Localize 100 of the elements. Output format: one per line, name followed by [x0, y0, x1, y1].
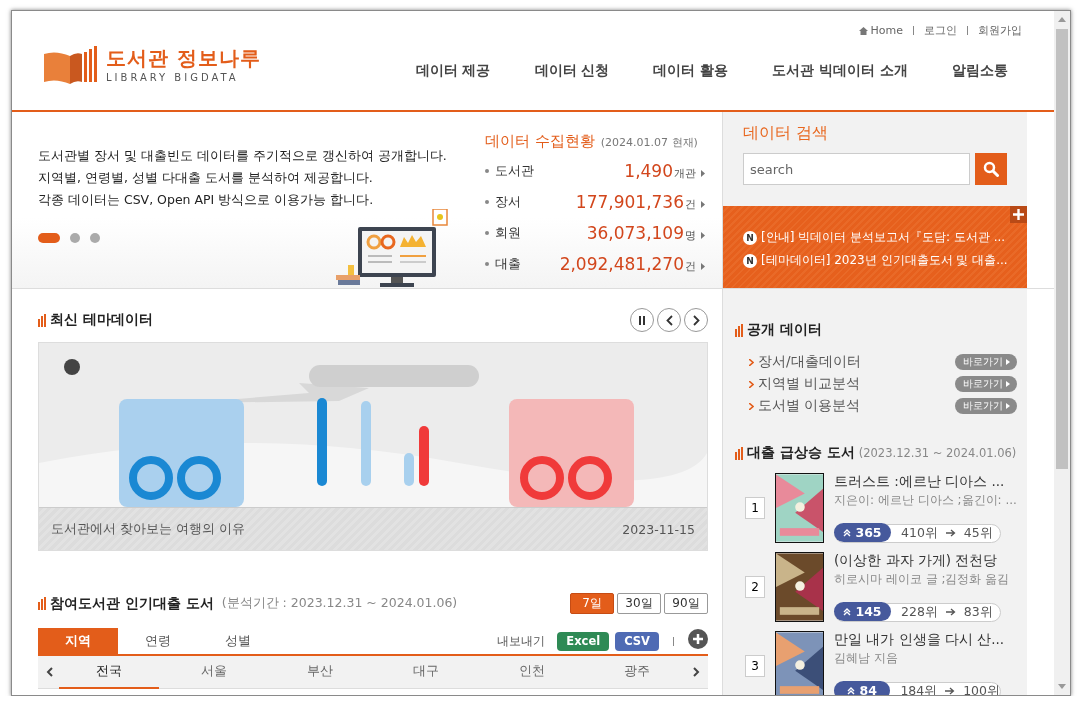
- range-button[interactable]: 30일: [617, 593, 661, 614]
- heading-bar-icon: [38, 597, 46, 610]
- caret-icon: [1005, 359, 1010, 365]
- nav-item[interactable]: 데이터 제공: [393, 62, 513, 80]
- stats-date: (2024.01.07 현재): [600, 135, 698, 150]
- banner-caption: 도서관에서 찾아보는 여행의 이유: [51, 520, 245, 538]
- search-field[interactable]: search: [743, 153, 971, 185]
- caret-icon: [701, 200, 705, 208]
- more-button[interactable]: [1010, 206, 1027, 223]
- arrow-right-icon: [945, 687, 956, 695]
- range-button[interactable]: 90일: [664, 593, 708, 614]
- intro-text: 각종 데이터는 CSV, Open API 방식으로 이용가능 합니다.: [38, 191, 375, 209]
- section-title: 참여도서관 인기대출 도서: [50, 594, 214, 613]
- chevron-icon: [749, 358, 754, 366]
- search-title: 데이터 검색: [743, 123, 830, 144]
- stat-label: 도서관: [485, 161, 534, 180]
- caret-icon: [701, 231, 705, 239]
- export-button[interactable]: Excel: [557, 631, 610, 651]
- arrow-right-icon: [945, 529, 956, 537]
- section-title: 공개 데이터: [747, 321, 822, 339]
- rank-number: 2: [745, 575, 765, 598]
- pause-icon: [639, 315, 645, 325]
- stat-label: 장서: [485, 192, 521, 211]
- arrow-right-icon: [945, 608, 956, 616]
- period-text: (2023.12.31 ~ 2024.01.06): [858, 446, 1017, 460]
- book-author: 지은이: 에르난 디아스 ;옮긴이: ...: [834, 491, 1017, 509]
- rank-change-badge: 365 410위 45위: [834, 523, 1001, 543]
- scrollbar[interactable]: [1054, 11, 1070, 695]
- chevron-left-icon: [665, 314, 673, 326]
- chevron-right-icon: [692, 314, 700, 326]
- stat-value[interactable]: 177,901,736 건: [575, 191, 705, 212]
- top-link[interactable]: Home: [858, 24, 903, 37]
- data-link[interactable]: 장서/대출데이터: [749, 353, 861, 371]
- caret-icon: [701, 169, 705, 177]
- banner-date: 2023-11-15: [622, 521, 695, 537]
- intro-text: 지역별, 연령별, 성별 다대출 도서를 분석하여 제공합니다.: [38, 169, 374, 187]
- stat-value[interactable]: 2,092,481,270 건: [559, 253, 705, 274]
- intro-text: 도서관별 장서 및 대출빈도 데이터를 주기적으로 갱신하여 공개합니다.: [38, 147, 448, 165]
- region-tab[interactable]: 광주: [587, 655, 688, 689]
- stats-title: 데이터 수집현황: [485, 132, 595, 151]
- home-icon: [858, 26, 868, 35]
- rank-change-badge: 145 228위 83위: [834, 602, 1001, 622]
- slide-dot[interactable]: [90, 233, 100, 243]
- section-title: 대출 급상승 도서: [747, 444, 855, 462]
- top-link[interactable]: 회원가입: [978, 23, 1022, 38]
- tab[interactable]: 성별: [198, 628, 278, 654]
- heading-bar-icon: [735, 323, 743, 337]
- notice-link[interactable]: N [안내] 빅데이터 분석보고서『도담: 도서관 ...: [743, 226, 1027, 249]
- book-author: 김혜남 지음: [834, 649, 899, 667]
- plus-icon: [1013, 209, 1024, 220]
- double-chevron-up-icon: [843, 607, 852, 616]
- stat-value[interactable]: 36,073,109 명: [586, 222, 705, 243]
- book-title[interactable]: 트러스트 :에르난 디아스 ...: [834, 472, 1017, 491]
- search-button[interactable]: [975, 153, 1007, 185]
- next-button[interactable]: [684, 308, 708, 332]
- book-title[interactable]: 만일 내가 인생을 다시 산...: [834, 630, 1005, 649]
- pause-button[interactable]: [630, 308, 654, 332]
- region-tab[interactable]: 서울: [164, 655, 265, 689]
- stat-label: 회원: [485, 223, 521, 242]
- stat-label: 대출: [485, 254, 521, 273]
- caret-icon: [1005, 381, 1010, 387]
- heading-bar-icon: [735, 446, 743, 460]
- range-button[interactable]: 7일: [570, 593, 614, 614]
- add-icon[interactable]: [688, 629, 708, 649]
- logo-title: 도서관 정보나루: [106, 47, 261, 69]
- notice-link[interactable]: N [테마데이터] 2023년 인기대출도서 및 대출...: [743, 249, 1027, 272]
- caret-icon: [1005, 403, 1010, 409]
- nav-item[interactable]: 데이터 활용: [631, 62, 751, 80]
- book-title[interactable]: (이상한 과자 가게) 전천당: [834, 551, 1010, 570]
- stat-value[interactable]: 1,490개관: [624, 160, 705, 181]
- slide-dot[interactable]: [70, 233, 80, 243]
- export-label: 내보내기: [497, 632, 546, 650]
- logo-subtitle: LIBRARY BIGDATA: [106, 72, 240, 83]
- tab[interactable]: 연령: [118, 628, 198, 654]
- nav-item[interactable]: 데이터 신청: [512, 62, 632, 80]
- nav-item[interactable]: 알림소통: [930, 62, 1030, 80]
- section-title: 최신 테마데이터: [50, 311, 153, 329]
- previous-button[interactable]: [657, 308, 681, 332]
- top-link[interactable]: 로그인: [924, 23, 957, 38]
- chevron-icon: [749, 380, 754, 388]
- nav-item[interactable]: 도서관 빅데이터 소개: [750, 62, 930, 80]
- search-icon: [983, 161, 1000, 177]
- site-logo[interactable]: 도서관 정보나루 LIBRARY BIGDATA: [42, 45, 261, 85]
- period-text: (분석기간 : 2023.12.31 ~ 2024.01.06): [221, 595, 458, 612]
- tab[interactable]: 지역: [38, 628, 118, 654]
- region-tab[interactable]: 전국: [58, 655, 159, 689]
- rank-number: 1: [745, 496, 765, 519]
- chevron-icon: [749, 402, 754, 410]
- chevron-left-icon[interactable]: [46, 667, 53, 677]
- region-tab[interactable]: 부산: [270, 655, 371, 689]
- heading-bar-icon: [38, 313, 46, 327]
- region-tab[interactable]: 인천: [481, 655, 582, 689]
- export-button[interactable]: CSV: [615, 631, 659, 651]
- caret-icon: [701, 262, 705, 270]
- book-author: 히로시마 레이코 글 ;김정화 옮김: [834, 570, 1010, 588]
- double-chevron-up-icon: [843, 528, 852, 537]
- region-tab[interactable]: 대구: [375, 655, 476, 689]
- chevron-right-icon[interactable]: [692, 667, 700, 677]
- data-link[interactable]: 지역별 비교분석: [749, 375, 861, 393]
- data-link[interactable]: 도서별 이용분석: [749, 397, 861, 415]
